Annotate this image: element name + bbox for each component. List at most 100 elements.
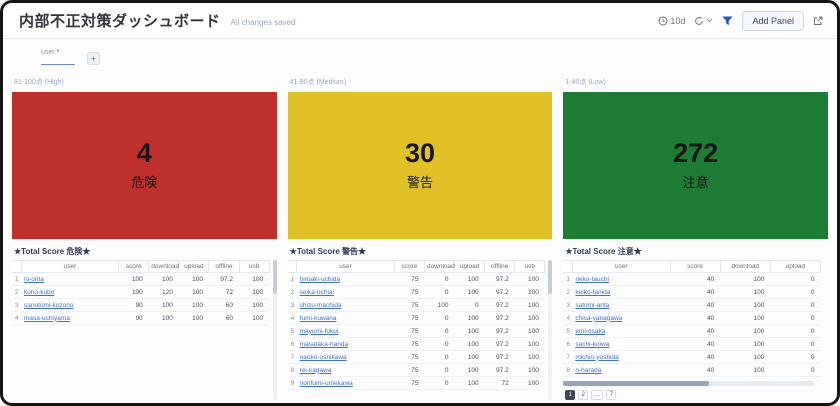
row-number: 4	[563, 312, 572, 325]
share-button[interactable]	[813, 16, 823, 26]
range-label: 1-40点 (Low)	[565, 77, 828, 87]
user-link[interactable]: michio-yoshida	[575, 354, 618, 361]
value-cell: 40	[670, 312, 720, 325]
vertical-scrollbar[interactable]	[548, 260, 552, 400]
time-range-button[interactable]: 10d	[658, 16, 685, 26]
value-cell: 97.2	[485, 364, 515, 377]
value-cell: 0	[770, 364, 820, 377]
row-number-header	[12, 261, 21, 273]
user-link[interactable]: emi-osaka	[575, 328, 605, 335]
table-row: 2seika-ochiai75010097.2100	[288, 286, 545, 299]
value-cell: 100	[119, 273, 149, 286]
row-number: 4	[12, 312, 21, 325]
table-row: 4chisa-yanagawa401000	[563, 312, 820, 325]
user-link[interactable]: fumi-kuwana	[300, 315, 337, 322]
scrollbar-thumb[interactable]	[273, 260, 277, 294]
user-link[interactable]: chisa-yanagawa	[575, 315, 622, 322]
user-link[interactable]: seika-ochiai	[300, 289, 334, 296]
column-header-upload: upload	[455, 261, 485, 273]
user-cell: seika-ochiai	[297, 286, 395, 299]
metric-value: 30	[405, 140, 435, 167]
user-link[interactable]: sachi-koiwa	[575, 341, 609, 348]
row-number: 2	[563, 286, 572, 299]
value-cell: 97.2	[485, 286, 515, 299]
value-cell: 100	[515, 299, 545, 312]
row-number: 9	[288, 377, 297, 390]
table-row: 3shizu-machida75100097.2100	[288, 299, 545, 312]
user-link[interactable]: masa-uchiyama	[24, 315, 70, 322]
range-label: 41-80点 (Medium)	[290, 77, 553, 87]
user-link[interactable]: io-orita	[24, 276, 44, 283]
scrollbar-thumb[interactable]	[563, 381, 708, 386]
refresh-icon	[694, 16, 704, 26]
add-panel-button[interactable]: Add Panel	[742, 11, 804, 31]
value-cell: 100	[179, 299, 209, 312]
user-link[interactable]: masataka-handa	[300, 341, 348, 348]
user-cell: fumi-kuwana	[297, 312, 395, 325]
value-cell: 100	[424, 299, 454, 312]
table-row: 7michio-yoshida401000	[563, 351, 820, 364]
user-link[interactable]: n-harada	[575, 367, 601, 374]
user-cell: keiko-tanida	[572, 286, 670, 299]
scrollbar-thumb[interactable]	[548, 260, 552, 294]
row-number: 6	[288, 338, 297, 351]
column-header-user: user	[21, 261, 119, 273]
value-cell: 100	[720, 299, 770, 312]
user-link[interactable]: norifumi-umekawa	[300, 380, 353, 387]
value-cell: 75	[394, 364, 424, 377]
share-icon	[813, 16, 823, 26]
user-input[interactable]	[41, 56, 75, 65]
user-link[interactable]: naoko-oshikawa	[300, 354, 347, 361]
value-cell: 100	[455, 351, 485, 364]
row-number: 2	[12, 286, 21, 299]
row-number: 1	[563, 273, 572, 286]
panel-danger: 81-100点 (High) 4 危険 ★Total Score 危険★ use…	[12, 75, 277, 400]
user-link[interactable]: kuno-kubo	[24, 289, 54, 296]
value-cell: 100	[515, 286, 545, 299]
refresh-button[interactable]	[694, 16, 713, 26]
user-link[interactable]: hiroaki-uchida	[300, 276, 340, 283]
column-header-offline: offline	[209, 261, 239, 273]
vertical-scrollbar[interactable]	[273, 260, 277, 400]
table-warning: userscoredownloaduploadofflineusb 1hiroa…	[288, 260, 553, 400]
user-link[interactable]: keiko-tanida	[575, 289, 610, 296]
table-row: 3sanotomi-kozono9010010060100	[12, 299, 269, 312]
value-cell: 75	[394, 273, 424, 286]
table-row: 5emi-osaka401000	[563, 325, 820, 338]
value-cell: 100	[239, 312, 269, 325]
page-button-…[interactable]: …	[591, 390, 603, 400]
filter-button[interactable]	[722, 16, 733, 26]
row-number: 1	[12, 273, 21, 286]
page-button-7[interactable]: 7	[606, 390, 616, 400]
value-cell: 0	[424, 325, 454, 338]
user-link[interactable]: mayumi-fukui	[300, 328, 339, 335]
user-link[interactable]: sanotomi-kozono	[24, 302, 74, 309]
table-row: 2keiko-tanida401000	[563, 286, 820, 299]
row-number: 5	[563, 325, 572, 338]
row-number: 3	[563, 299, 572, 312]
user-cell: sanotomi-kozono	[21, 299, 119, 312]
horizontal-scrollbar[interactable]	[563, 381, 814, 386]
value-cell: 100	[455, 325, 485, 338]
user-link[interactable]: satomi-arita	[575, 302, 609, 309]
value-cell: 0	[424, 286, 454, 299]
value-cell: 100	[720, 338, 770, 351]
page-button-1[interactable]: 1	[565, 390, 575, 400]
user-link[interactable]: rei-kagawa	[300, 367, 332, 374]
table-row: 7naoko-oshikawa75010097.2100	[288, 351, 545, 364]
user-link[interactable]: rieko-tauchi	[575, 276, 609, 283]
user-link[interactable]: shizu-machida	[300, 302, 342, 309]
value-cell: 100	[455, 364, 485, 377]
value-cell: 100	[455, 377, 485, 390]
value-cell: 40	[670, 364, 720, 377]
value-cell: 100	[720, 325, 770, 338]
value-cell: 97.2	[485, 312, 515, 325]
user-cell: mayumi-fukui	[297, 325, 395, 338]
value-cell: 0	[424, 273, 454, 286]
value-cell: 40	[670, 299, 720, 312]
user-cell: kuno-kubo	[21, 286, 119, 299]
row-number: 5	[288, 325, 297, 338]
metric-value: 272	[673, 140, 718, 167]
add-filter-button[interactable]: +	[87, 52, 100, 65]
page-button-2[interactable]: 2	[578, 390, 588, 400]
